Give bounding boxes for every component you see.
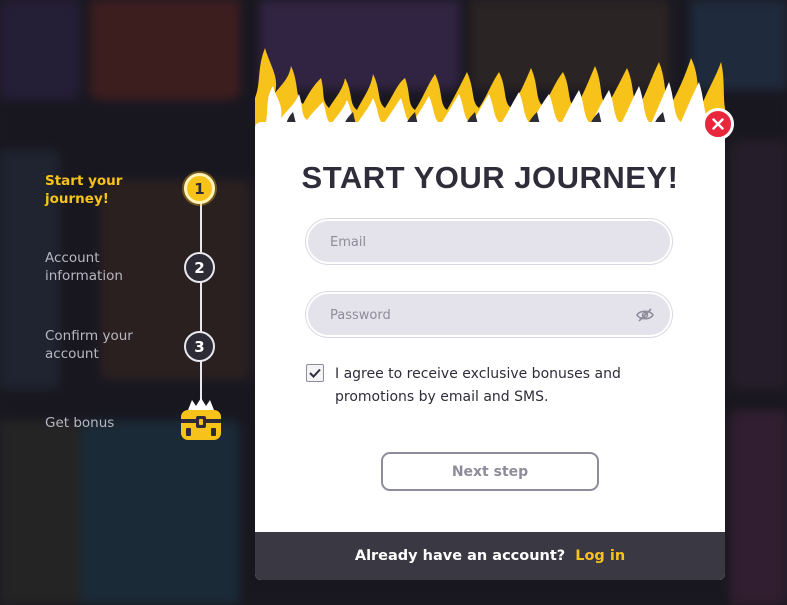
checkmark-icon bbox=[309, 368, 321, 378]
signup-steps: Start your journey! 1 Account informatio… bbox=[0, 0, 260, 605]
step-2-label: Account information bbox=[45, 249, 123, 285]
steps-connector bbox=[200, 203, 202, 403]
step-1-number: 1 bbox=[194, 179, 205, 198]
step-2-circle: 2 bbox=[184, 252, 215, 283]
password-field[interactable] bbox=[306, 292, 672, 337]
step-2-label-line2: information bbox=[45, 268, 123, 284]
email-input[interactable] bbox=[328, 221, 632, 264]
step-4-label: Get bonus bbox=[45, 414, 114, 432]
modal-title: START YOUR JOURNEY! bbox=[301, 160, 679, 195]
step-1-label-line2: journey! bbox=[45, 191, 109, 207]
next-step-button-label: Next step bbox=[451, 463, 529, 480]
modal-footer: Already have an account? Log in bbox=[255, 532, 725, 580]
eye-slash-icon[interactable] bbox=[636, 307, 654, 323]
close-icon bbox=[712, 118, 724, 130]
password-input[interactable] bbox=[328, 294, 632, 337]
step-2-number: 2 bbox=[194, 258, 205, 277]
consent-text: I agree to receive exclusive bonuses and… bbox=[335, 366, 621, 405]
step-1-label-line1: Start your bbox=[45, 173, 123, 189]
step-4-label-line1: Get bonus bbox=[45, 415, 115, 431]
email-field[interactable] bbox=[306, 219, 672, 264]
login-link[interactable]: Log in bbox=[575, 548, 625, 564]
next-step-button[interactable]: Next step bbox=[381, 452, 599, 491]
treasure-chest-icon bbox=[181, 398, 221, 440]
step-3-label-line1: Confirm your bbox=[45, 328, 133, 344]
step-2-label-line1: Account bbox=[45, 250, 100, 266]
step-3-circle: 3 bbox=[184, 331, 215, 362]
consent-checkbox[interactable] bbox=[306, 364, 324, 382]
step-3-label-line2: account bbox=[45, 346, 99, 362]
flames-decoration bbox=[255, 48, 725, 128]
step-1-circle: 1 bbox=[184, 173, 215, 204]
close-button[interactable] bbox=[702, 108, 734, 140]
step-1-label: Start your journey! bbox=[45, 172, 122, 208]
step-3-number: 3 bbox=[194, 337, 205, 356]
signup-modal: START YOUR JOURNEY! I agree to receive e… bbox=[255, 122, 725, 580]
footer-question: Already have an account? bbox=[354, 548, 566, 564]
step-3-label: Confirm your account bbox=[45, 327, 133, 363]
